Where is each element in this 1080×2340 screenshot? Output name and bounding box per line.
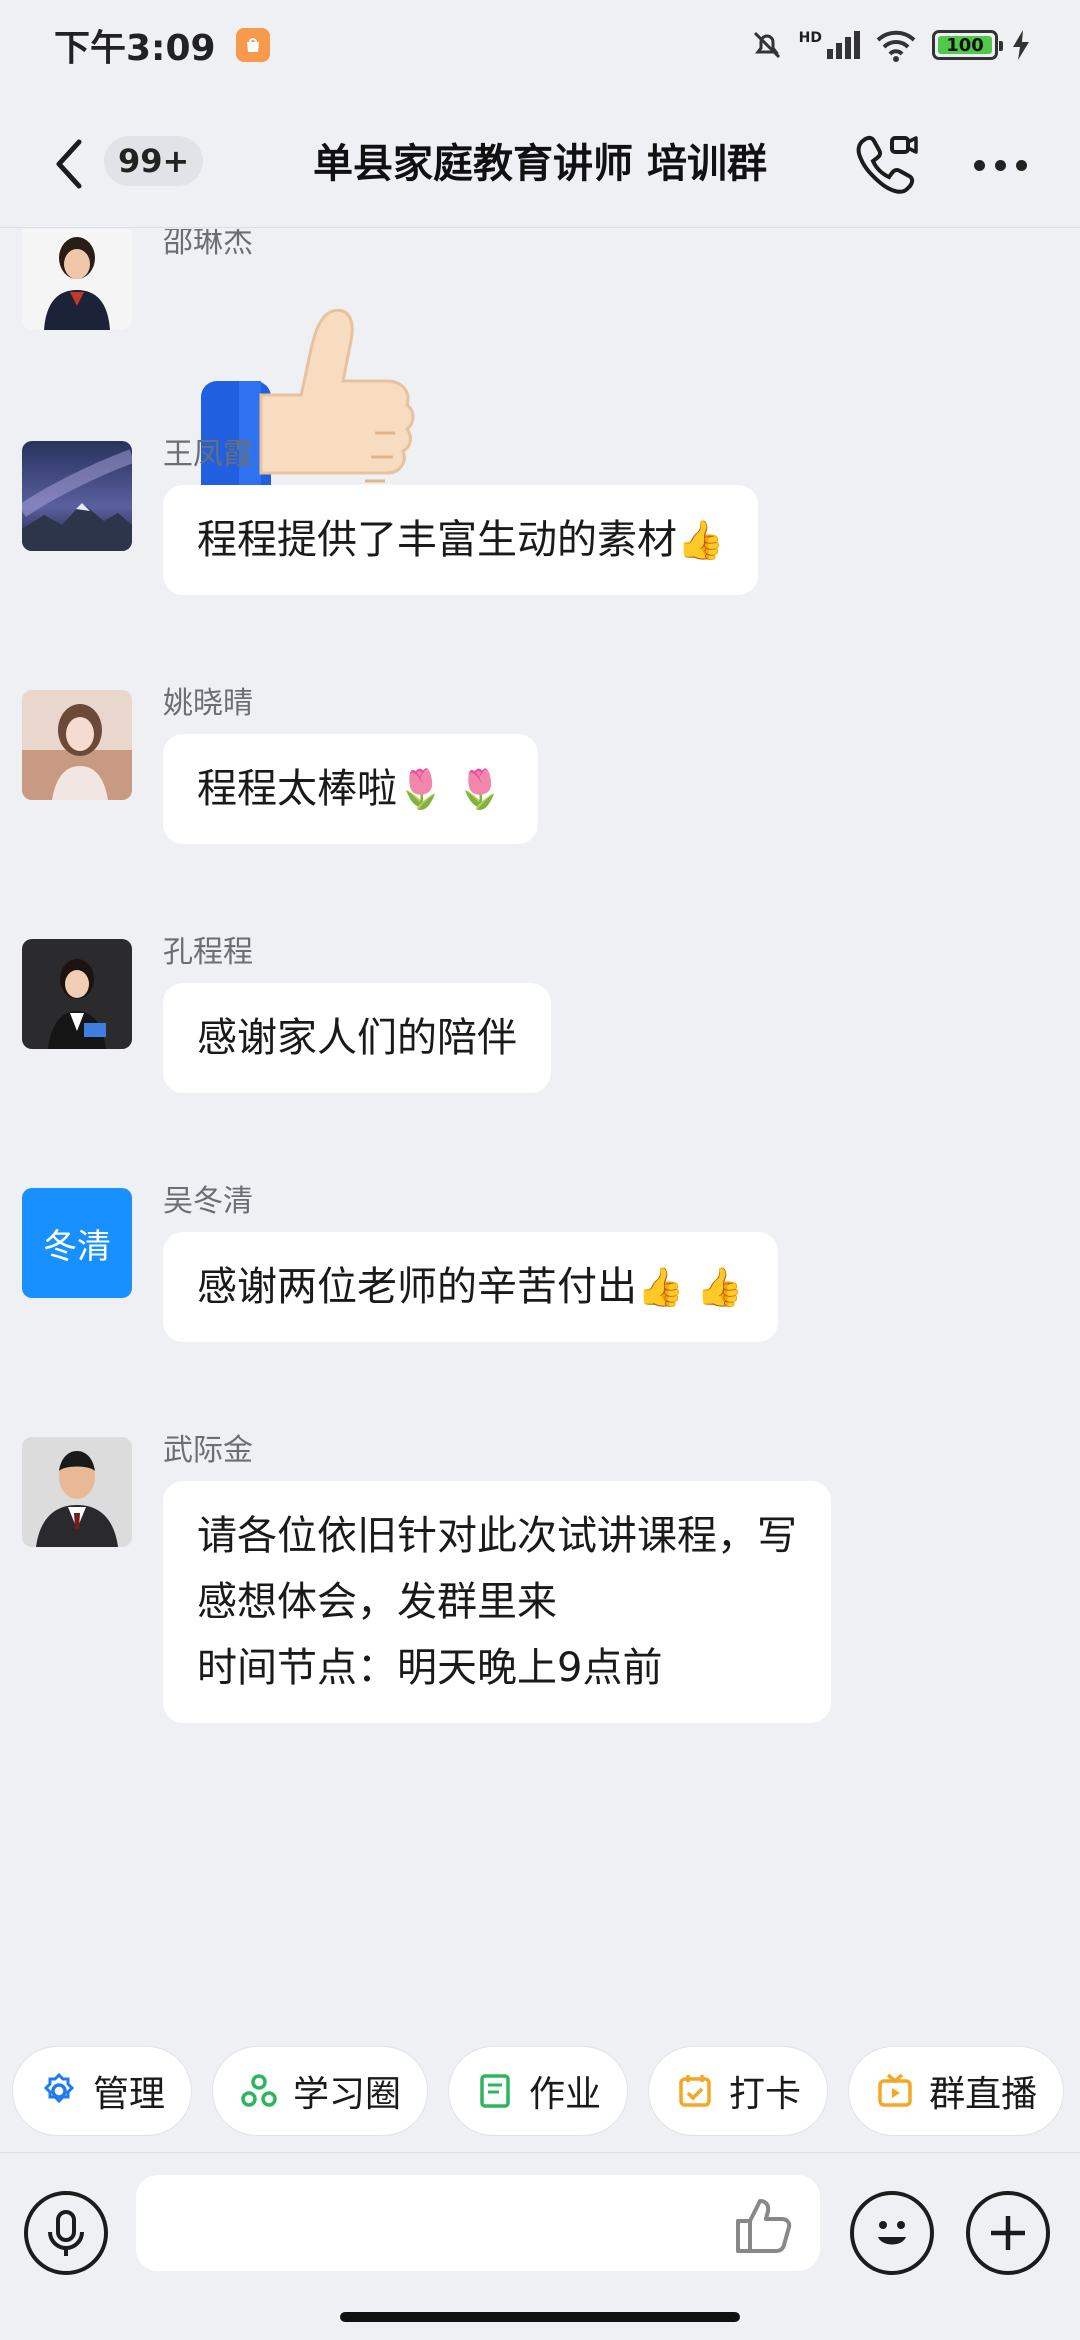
circles-icon (241, 2074, 277, 2107)
smiley-icon (878, 2221, 906, 2245)
status-bar: 下午3:09 HD 100 (0, 0, 1080, 90)
more-dot (1015, 159, 1027, 171)
plus-icon (991, 2216, 1025, 2250)
mute-bell-icon (753, 31, 780, 59)
message-text-line: 感想体会，发群里来 (197, 1579, 557, 1625)
home-indicator[interactable] (340, 2312, 740, 2322)
message-input[interactable] (136, 2175, 820, 2271)
avatar[interactable] (22, 441, 132, 551)
avatar[interactable]: 冬清 (22, 1188, 132, 1298)
flower-emoji: 🌷 🌷 (397, 767, 504, 811)
hd-label: HD (798, 30, 822, 46)
message-text: 感谢两位老师的辛苦付出 (197, 1264, 637, 1310)
avatar-photo-icon (22, 939, 132, 1049)
group-call-button[interactable] (852, 130, 922, 200)
emoji-button[interactable] (850, 2191, 934, 2275)
message-bubble[interactable]: 程程提供了丰富生动的素材👍 (163, 485, 759, 595)
group-title: 单县家庭教育讲师 培训群 (313, 141, 767, 187)
avatar[interactable] (22, 1437, 132, 1547)
charging-icon (1013, 30, 1029, 60)
signal-icon: HD (799, 31, 860, 59)
tool-label: 学习圈 (293, 2074, 402, 2115)
avatar-photo-icon (22, 441, 132, 551)
tool-label: 管理 (93, 2074, 166, 2115)
more-dot (973, 159, 985, 171)
tool-manage-button[interactable]: 管理 (12, 2046, 193, 2136)
app-notification-icon (235, 28, 270, 62)
tool-label: 打卡 (729, 2074, 802, 2115)
avatar-photo-icon (22, 229, 132, 330)
battery-icon: 100 (932, 30, 1003, 60)
message-bubble[interactable]: 感谢两位老师的辛苦付出👍 👍 (163, 1232, 778, 1342)
sender-name: 孔程程 (163, 935, 253, 970)
message-text: 程程太棒啦 (197, 766, 397, 812)
voice-input-button[interactable] (24, 2191, 108, 2275)
message-bubble[interactable]: 感谢家人们的陪伴 (163, 983, 551, 1093)
back-button[interactable] (44, 136, 94, 192)
message-text: 程程提供了丰富生动的素材 (197, 517, 677, 563)
calendar-check-icon (679, 2075, 711, 2107)
tool-homework-button[interactable]: 作业 (448, 2046, 629, 2136)
avatar[interactable] (22, 939, 132, 1049)
sender-name: 姚晓晴 (163, 686, 253, 721)
chat-header: 99+ 单县家庭教育讲师 培训群 (0, 100, 1080, 228)
tool-label: 作业 (529, 2074, 602, 2115)
battery-level: 100 (938, 35, 992, 56)
thumbs-up-emoji: 👍 👍 (637, 1265, 744, 1309)
book-icon (480, 2074, 510, 2108)
chevron-left-icon (56, 139, 82, 189)
thumbs-up-emoji: 👍 (677, 518, 725, 562)
message-text: 感谢家人们的陪伴 (197, 1015, 517, 1061)
sender-name: 吴冬清 (163, 1184, 253, 1219)
message-list[interactable]: 邵琳杰 王凤霞 程程提供了丰富生动的素材👍 姚晓晴 程程太棒啦🌷 🌷 孔程程 感… (0, 229, 1080, 2029)
more-dot (994, 159, 1006, 171)
thumbs-up-icon[interactable] (730, 2191, 796, 2257)
sender-name: 王凤霞 (163, 437, 253, 472)
sender-name: 邵琳杰 (163, 229, 253, 260)
sender-name: 武际金 (163, 1433, 253, 1468)
status-indicators: HD 100 (749, 27, 1030, 63)
message-bubble[interactable]: 请各位依旧针对此次试讲课程，写 感想体会，发群里来 时间节点：明天晚上9点前 (163, 1481, 831, 1723)
tool-checkin-button[interactable]: 打卡 (648, 2046, 829, 2136)
message-text-line: 请各位依旧针对此次试讲课程，写 (197, 1513, 797, 1559)
microphone-icon (48, 2210, 84, 2256)
status-time: 下午3:09 (54, 28, 216, 69)
message-bubble[interactable]: 程程太棒啦🌷 🌷 (163, 734, 538, 844)
phone-video-icon (856, 135, 918, 194)
more-options-button[interactable] (960, 130, 1040, 200)
unread-count-badge[interactable]: 99+ (104, 136, 204, 186)
tool-live-button[interactable]: 群直播 (848, 2046, 1065, 2136)
quick-tools-bar: 管理 学习圈 作业 打卡 群直播 (0, 2046, 1080, 2142)
message-text-line: 时间节点：明天晚上9点前 (197, 1645, 663, 1691)
more-actions-button[interactable] (966, 2191, 1050, 2275)
avatar[interactable] (22, 690, 132, 800)
tool-study-circle-button[interactable]: 学习圈 (212, 2046, 429, 2136)
gear-icon (43, 2072, 75, 2104)
avatar-photo-icon (22, 1437, 132, 1547)
wifi-icon (876, 30, 916, 62)
tv-icon (878, 2073, 912, 2107)
tool-label: 群直播 (929, 2074, 1038, 2115)
avatar-photo-icon (22, 690, 132, 800)
avatar[interactable] (22, 229, 132, 330)
